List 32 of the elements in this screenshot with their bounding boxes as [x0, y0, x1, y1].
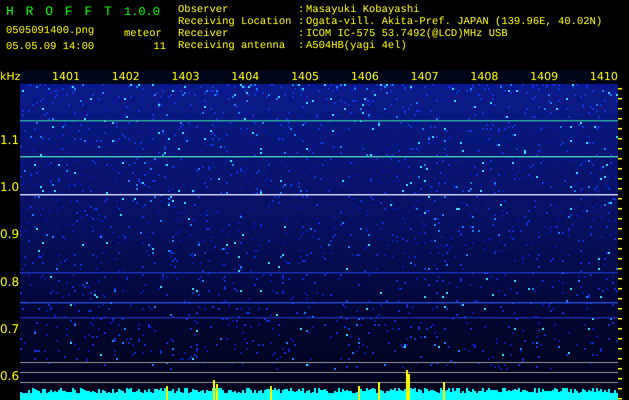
- info-colon: :: [298, 16, 306, 28]
- file-name: 0505091400.png: [6, 25, 96, 37]
- frequency-label: 1.0: [0, 180, 20, 194]
- info-value: Masayuki Kobayashi: [306, 4, 420, 16]
- frequency-label: 0.7: [0, 322, 20, 336]
- info-colon: :: [298, 4, 306, 16]
- frequency-label: 0.9: [0, 227, 20, 242]
- info-colon: :: [298, 28, 306, 40]
- info-value: ICOM IC-575 53.7492(@LCD)MHz USB: [306, 28, 509, 40]
- time-label: 1401: [52, 70, 80, 84]
- time-label: 1408: [470, 70, 498, 84]
- time-label: 1406: [350, 70, 379, 84]
- time-label: 1404: [231, 70, 260, 84]
- datetime-label: 05.05.09 14:00: [6, 41, 96, 53]
- info-label: Receiving antenna: [178, 40, 286, 52]
- unit-label: kHz: [0, 70, 20, 84]
- time-label: 1403: [172, 70, 200, 84]
- time-label: 1405: [291, 70, 320, 84]
- app-title: H R O F F T: [6, 6, 114, 18]
- info-value: A504HB(yagi 4el): [306, 40, 408, 52]
- time-label: 1410: [590, 70, 618, 84]
- info-label: Observer: [178, 4, 230, 16]
- info-label: Receiving Location: [178, 16, 292, 28]
- frequency-label: 0.8: [0, 274, 20, 289]
- time-label: 1402: [112, 70, 140, 84]
- frequency-label: 1.1: [0, 132, 20, 147]
- time-label: 1409: [530, 70, 558, 84]
- frequency-label: 0.6: [0, 369, 20, 384]
- info-label: Receiver: [178, 28, 230, 40]
- time-label: 1407: [410, 70, 439, 84]
- info-colon: :: [298, 40, 306, 52]
- info-value: Ogata-vill. Akita-Pref. JAPAN (139.96E, 40.02N): [306, 16, 602, 28]
